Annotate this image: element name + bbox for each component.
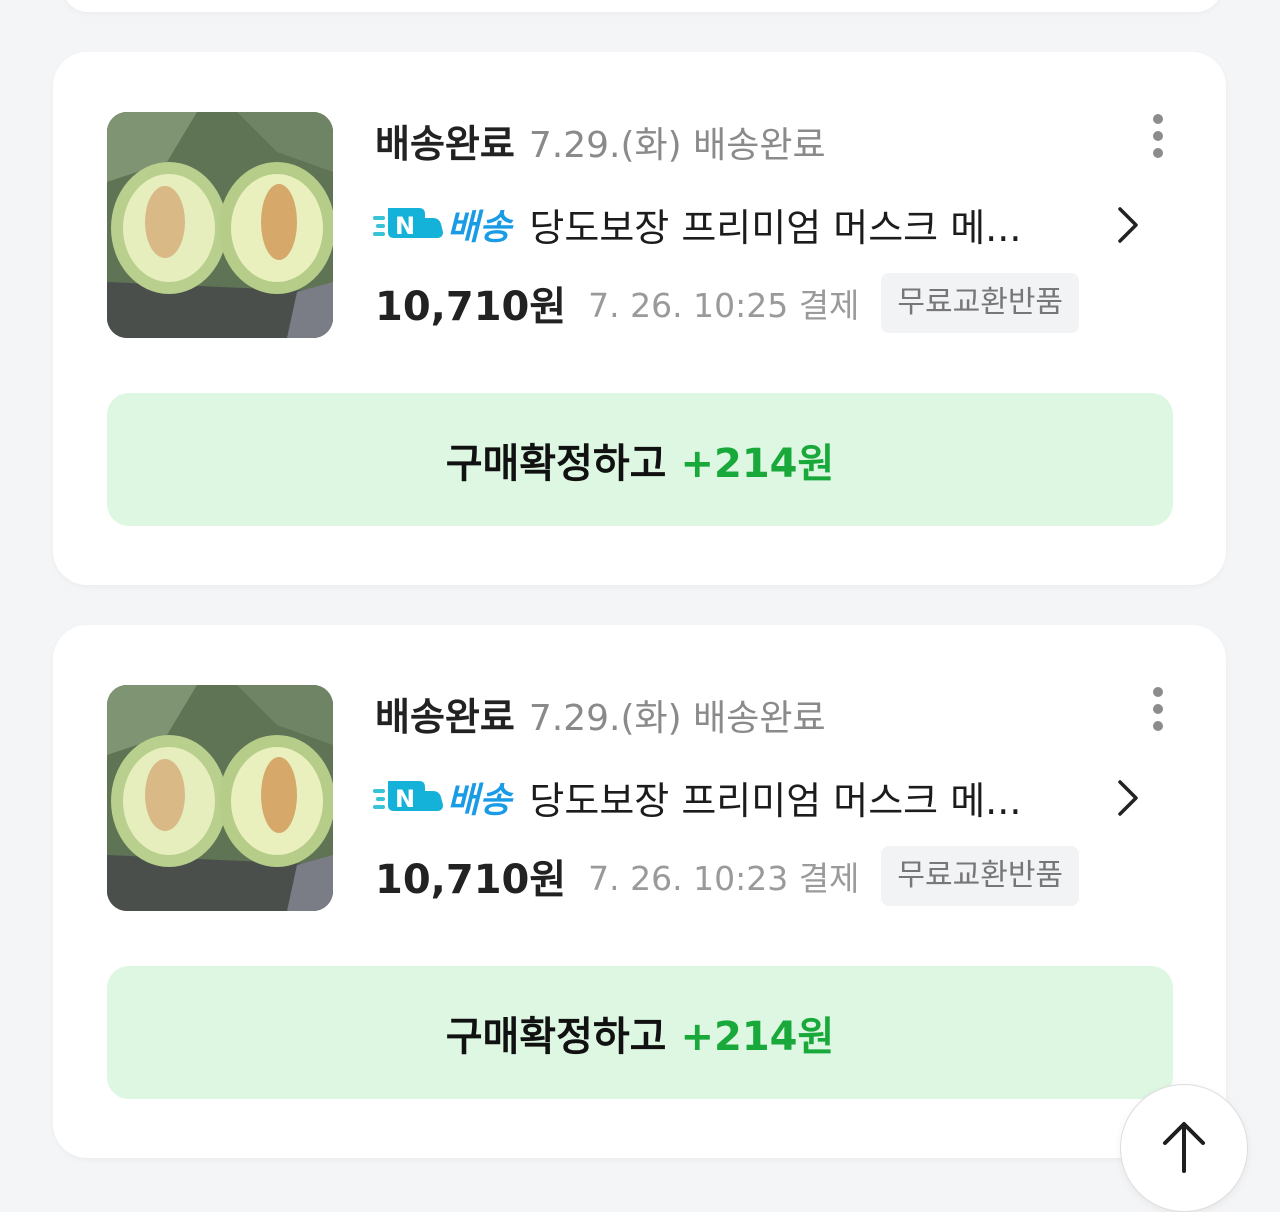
- melon-image: [107, 685, 333, 911]
- melon-image: [107, 112, 333, 338]
- delivery-type-label: 배송: [447, 207, 512, 248]
- confirm-purchase-button[interactable]: 구매확정하고 +214원: [107, 393, 1173, 526]
- chevron-right-icon[interactable]: [1115, 778, 1141, 818]
- more-vertical-icon[interactable]: [1146, 683, 1170, 735]
- order-card: 배송완료 7.29.(화) 배송완료 N 배송 당도보장 프리미엄 머스크 메..…: [53, 52, 1226, 585]
- order-price: 10,710원: [375, 284, 567, 330]
- previous-order-card: [62, 0, 1222, 12]
- scroll-to-top-button[interactable]: [1120, 1084, 1248, 1212]
- truck-n-icon: N: [373, 781, 443, 813]
- product-title-line[interactable]: N 배송 당도보장 프리미엄 머스크 메...: [373, 195, 1133, 253]
- free-return-badge: 무료교환반품: [881, 846, 1080, 906]
- delivery-status-detail: 7.29.(화) 배송완료: [528, 698, 826, 739]
- product-title-line[interactable]: N 배송 당도보장 프리미엄 머스크 메...: [373, 768, 1133, 826]
- delivery-status: 배송완료: [375, 122, 515, 166]
- delivery-type-label: 배송: [447, 780, 512, 821]
- price-line: 10,710원 7. 26. 10:23 결제 무료교환반품: [375, 845, 1080, 907]
- delivery-status-detail: 7.29.(화) 배송완료: [528, 125, 826, 166]
- product-name[interactable]: 당도보장 프리미엄 머스크 메...: [529, 197, 1064, 252]
- payment-datetime: 7. 26. 10:23 결제: [588, 859, 860, 898]
- svg-text:N: N: [395, 785, 415, 813]
- confirm-purchase-label: 구매확정하고: [445, 1013, 667, 1060]
- delivery-status-line: 배송완료 7.29.(화) 배송완료: [375, 689, 826, 753]
- more-vertical-icon[interactable]: [1146, 110, 1170, 162]
- free-return-badge: 무료교환반품: [881, 273, 1080, 333]
- confirm-purchase-label: 구매확정하고: [445, 440, 667, 487]
- arrow-up-icon: [1163, 1122, 1205, 1173]
- confirm-purchase-button[interactable]: 구매확정하고 +214원: [107, 966, 1173, 1099]
- payment-datetime: 7. 26. 10:25 결제: [588, 286, 860, 325]
- svg-text:N: N: [395, 212, 415, 240]
- chevron-right-icon[interactable]: [1115, 205, 1141, 245]
- product-name[interactable]: 당도보장 프리미엄 머스크 메...: [529, 770, 1064, 825]
- truck-n-icon: N: [373, 208, 443, 240]
- confirm-reward-amount: +214원: [680, 1013, 835, 1060]
- delivery-status-line: 배송완료 7.29.(화) 배송완료: [375, 116, 826, 180]
- delivery-status: 배송완료: [375, 695, 515, 739]
- order-price: 10,710원: [375, 857, 567, 903]
- price-line: 10,710원 7. 26. 10:25 결제 무료교환반품: [375, 272, 1080, 334]
- product-thumbnail[interactable]: [107, 112, 333, 338]
- order-card: 배송완료 7.29.(화) 배송완료 N 배송 당도보장 프리미엄 머스크 메..…: [53, 625, 1226, 1158]
- confirm-reward-amount: +214원: [680, 440, 835, 487]
- product-thumbnail[interactable]: [107, 685, 333, 911]
